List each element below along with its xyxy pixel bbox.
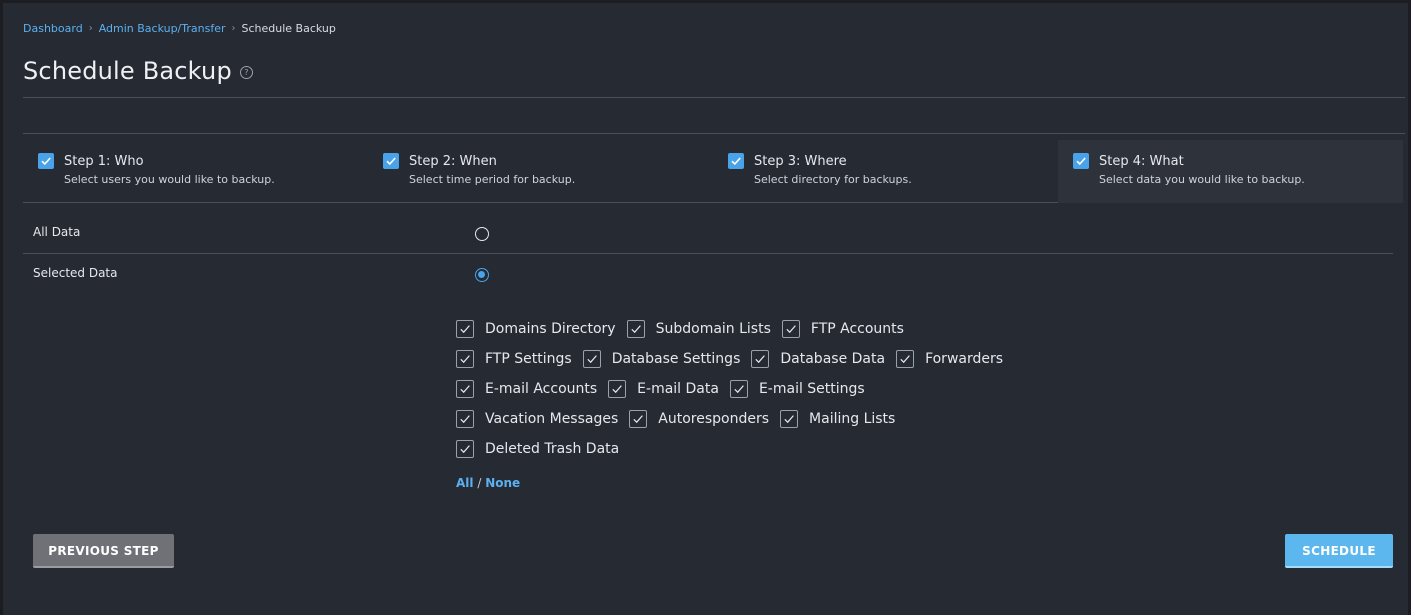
checkbox-checked-icon — [896, 350, 915, 368]
data-items-row: FTP Settings Database Settings Database … — [456, 344, 1014, 374]
step-description: Select directory for backups. — [754, 173, 912, 186]
data-items-row: Vacation Messages Autoresponders Mailing… — [456, 404, 1014, 434]
checkbox-checked-icon — [626, 320, 645, 338]
breadcrumb-current: Schedule Backup — [241, 22, 336, 35]
step-checked-icon — [728, 153, 744, 169]
checkbox-label: E-mail Data — [637, 381, 719, 397]
checkbox-label: Deleted Trash Data — [485, 441, 620, 457]
schedule-button[interactable]: SCHEDULE — [1285, 534, 1393, 568]
page-container: Dashboard › Admin Backup/Transfer › Sche… — [3, 3, 1408, 615]
checkbox-domains-directory[interactable]: Domains Directory — [456, 320, 616, 338]
checkbox-forwarders[interactable]: Forwarders — [896, 350, 1003, 368]
data-items-row: E-mail Accounts E-mail Data E-mail Setti… — [456, 374, 1014, 404]
checkbox-label: Database Settings — [611, 351, 741, 367]
checkbox-label: Subdomain Lists — [655, 321, 771, 337]
select-none-link[interactable]: None — [485, 476, 520, 490]
step-title: Step 4: What — [1099, 154, 1184, 169]
selected-data-radio[interactable] — [475, 268, 489, 282]
step-who[interactable]: Step 1: Who Select users you would like … — [23, 140, 368, 203]
checkbox-deleted-trash-data[interactable]: Deleted Trash Data — [456, 440, 619, 458]
checkbox-label: Autoresponders — [658, 411, 770, 427]
checkbox-checked-icon — [456, 320, 474, 338]
checkbox-email-settings[interactable]: E-mail Settings — [729, 380, 865, 398]
checkbox-label: Vacation Messages — [485, 411, 619, 427]
checkbox-database-settings[interactable]: Database Settings — [582, 350, 741, 368]
selected-data-label: Selected Data — [33, 266, 118, 280]
breadcrumb-admin-backup-transfer[interactable]: Admin Backup/Transfer — [99, 22, 226, 35]
previous-step-button[interactable]: PREVIOUS STEP — [33, 534, 174, 568]
checkbox-checked-icon — [751, 350, 770, 368]
page-title: Schedule Backup — [23, 57, 232, 85]
step-checked-icon — [38, 153, 54, 169]
breadcrumb: Dashboard › Admin Backup/Transfer › Sche… — [23, 22, 336, 35]
checkbox-label: FTP Accounts — [810, 321, 904, 337]
chevron-right-icon: › — [231, 23, 236, 34]
checkbox-checked-icon — [456, 380, 474, 398]
step-title: Step 2: When — [409, 154, 497, 169]
link-separator: / — [477, 476, 482, 490]
checkbox-label: Database Data — [780, 351, 886, 367]
checkbox-mailing-lists[interactable]: Mailing Lists — [780, 410, 895, 428]
step-description: Select time period for backup. — [409, 173, 576, 186]
select-all-link[interactable]: All — [456, 476, 474, 490]
checkbox-email-accounts[interactable]: E-mail Accounts — [456, 380, 597, 398]
checkbox-label: E-mail Settings — [758, 381, 865, 397]
step-title: Step 1: Who — [64, 154, 144, 169]
step-description: Select data you would like to backup. — [1099, 173, 1305, 186]
checkbox-label: Forwarders — [925, 351, 1004, 367]
breadcrumb-dashboard[interactable]: Dashboard — [23, 22, 83, 35]
steps-bottom-divider — [23, 202, 1058, 203]
options-divider — [23, 253, 1393, 254]
checkbox-checked-icon — [608, 380, 627, 398]
checkbox-email-data[interactable]: E-mail Data — [608, 380, 719, 398]
checkbox-checked-icon — [781, 320, 800, 338]
all-data-label: All Data — [33, 225, 81, 239]
step-checked-icon — [1073, 153, 1089, 169]
checkbox-vacation-messages[interactable]: Vacation Messages — [456, 410, 618, 428]
checkbox-label: Mailing Lists — [809, 411, 896, 427]
step-description: Select users you would like to backup. — [64, 173, 275, 186]
chevron-right-icon: › — [88, 23, 93, 34]
step-title: Step 3: Where — [754, 154, 847, 169]
checkbox-checked-icon — [456, 440, 474, 458]
checkbox-label: FTP Settings — [485, 351, 572, 367]
checkbox-ftp-accounts[interactable]: FTP Accounts — [781, 320, 904, 338]
steps-top-divider — [23, 133, 1405, 134]
checkbox-checked-icon — [780, 410, 799, 428]
step-checked-icon — [383, 153, 399, 169]
data-items-list: Domains Directory Subdomain Lists FTP Ac… — [456, 314, 1014, 464]
checkbox-subdomain-lists[interactable]: Subdomain Lists — [626, 320, 771, 338]
checkbox-checked-icon — [629, 410, 648, 428]
step-when[interactable]: Step 2: When Select time period for back… — [368, 140, 713, 203]
select-all-none: All / None — [456, 476, 520, 490]
checkbox-checked-icon — [729, 380, 748, 398]
question-circle-icon[interactable]: ? — [239, 65, 253, 79]
all-data-radio[interactable] — [475, 227, 489, 241]
wizard-steps: Step 1: Who Select users you would like … — [23, 140, 1405, 203]
checkbox-checked-icon — [582, 350, 601, 368]
step-where[interactable]: Step 3: Where Select directory for backu… — [713, 140, 1058, 203]
checkbox-ftp-settings[interactable]: FTP Settings — [456, 350, 572, 368]
checkbox-checked-icon — [456, 350, 474, 368]
checkbox-autoresponders[interactable]: Autoresponders — [629, 410, 769, 428]
title-row: Schedule Backup ? — [23, 57, 253, 85]
step-what[interactable]: Step 4: What Select data you would like … — [1058, 140, 1403, 203]
data-items-row: Deleted Trash Data — [456, 434, 1014, 464]
checkbox-label: E-mail Accounts — [485, 381, 598, 397]
data-items-row: Domains Directory Subdomain Lists FTP Ac… — [456, 314, 1014, 344]
checkbox-checked-icon — [456, 410, 474, 428]
checkbox-label: Domains Directory — [485, 321, 616, 337]
title-divider — [23, 97, 1405, 98]
checkbox-database-data[interactable]: Database Data — [751, 350, 885, 368]
